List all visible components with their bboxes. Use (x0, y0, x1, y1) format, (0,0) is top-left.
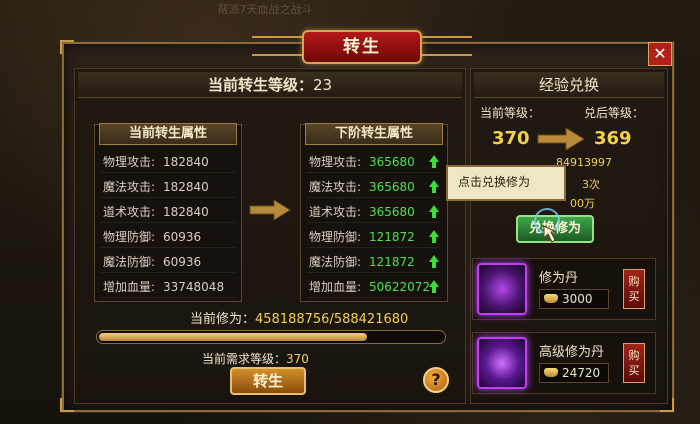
title-ornament-left (252, 36, 302, 56)
rebirth-button[interactable]: 转生 (230, 367, 306, 395)
title-ornament-right (422, 36, 472, 56)
item-card: 修为丹 3000 购买 (472, 258, 656, 320)
attr-value: 121872 (369, 230, 415, 244)
cultivation-value: 458188756/588421680 (255, 312, 409, 327)
attr-row: 增加血量: 50622072 (307, 276, 441, 298)
advanced-cultivation-pill-icon (477, 337, 527, 389)
increase-arrow-icon (429, 230, 439, 243)
item-name: 高级修为丹 (539, 345, 605, 360)
level-arrow-icon (537, 127, 585, 151)
attr-row: 魔法防御: 121872 (307, 251, 441, 273)
item-price: 3000 (539, 289, 609, 309)
attr-label: 魔法防御: (309, 255, 362, 269)
attr-label: 物理攻击: (103, 155, 156, 169)
attr-value: 50622072 (369, 280, 431, 294)
exchange-amount-value: 00万 (570, 197, 595, 210)
increase-arrow-icon (429, 180, 439, 193)
cultivation-progress-bar (96, 330, 446, 344)
attr-value: 182840 (163, 155, 209, 169)
attr-label: 魔法攻击: (309, 180, 362, 194)
required-level-label: 当前需求等级： (202, 352, 287, 366)
attr-row: 物理攻击: 365680 (307, 151, 441, 173)
buy-button[interactable]: 购买 (623, 269, 645, 309)
attr-value: 365680 (369, 180, 415, 194)
cultivation-progress-fill (99, 333, 367, 341)
attr-label: 物理攻击: (309, 155, 362, 169)
corner-ornament (60, 40, 74, 54)
cultivation-display: 当前修为：458188756/588421680 (190, 308, 450, 327)
increase-arrow-icon (429, 155, 439, 168)
attr-label: 物理防御: (103, 230, 156, 244)
buy-button[interactable]: 购买 (623, 343, 645, 383)
attr-value: 33748048 (163, 280, 225, 294)
current-level-label: 当前等级： (480, 106, 541, 120)
current-attributes-panel: 当前转生属性 物理攻击: 182840 魔法攻击: 182840 道术攻击: 1828… (94, 123, 242, 302)
after-level-value: 369 (594, 128, 632, 149)
attr-row: 物理防御: 121872 (307, 226, 441, 248)
attr-row: 魔法防御: 60936 (101, 251, 235, 273)
attr-label: 魔法防御: (103, 255, 156, 269)
attr-row: 道术攻击: 182840 (101, 201, 235, 223)
attr-row: 物理攻击: 182840 (101, 151, 235, 173)
attr-label: 物理防御: (309, 230, 362, 244)
item-name: 修为丹 (539, 271, 579, 286)
cultivation-label: 当前修为： (190, 312, 256, 327)
attr-label: 道术攻击: (103, 205, 156, 219)
item-price-value: 3000 (562, 292, 593, 306)
required-level-value: 370 (286, 352, 309, 366)
help-button[interactable]: ? (423, 367, 449, 393)
after-level-label: 兑后等级： (584, 106, 645, 120)
exp-exchange-title: 经验兑换 (474, 72, 664, 98)
attr-value: 182840 (163, 205, 209, 219)
attr-row: 魔法攻击: 182840 (101, 176, 235, 198)
attr-value: 365680 (369, 155, 415, 169)
current-level-value: 370 (492, 128, 530, 149)
attr-value: 182840 (163, 180, 209, 194)
required-level-display: 当前需求等级：370 (202, 350, 362, 366)
cultivation-pill-icon (477, 263, 527, 315)
gold-ingot-icon (544, 294, 558, 303)
close-button[interactable]: ✕ (648, 42, 672, 66)
increase-arrow-icon (429, 205, 439, 218)
item-price-value: 24720 (562, 366, 601, 380)
corner-ornament (60, 398, 74, 412)
transition-arrow-icon (249, 199, 291, 221)
attr-row: 魔法攻击: 365680 (307, 176, 441, 198)
attr-row: 物理防御: 60936 (101, 226, 235, 248)
window-title: 转生 (302, 30, 422, 64)
rebirth-level-value: 23 (312, 76, 333, 94)
pointer-hand-icon (534, 208, 560, 243)
exchange-count-value: 3次 (582, 178, 600, 191)
attr-label: 增加血量: (309, 280, 362, 294)
attr-value: 365680 (369, 205, 415, 219)
exchange-tooltip: 点击兑换修为 (446, 165, 566, 201)
attr-row: 道术攻击: 365680 (307, 201, 441, 223)
increase-arrow-icon (429, 280, 439, 293)
attr-value: 60936 (163, 255, 202, 269)
next-attributes-panel: 下阶转生属性 物理攻击: 365680 魔法攻击: 365680 道术攻击: 3656… (300, 123, 448, 302)
item-price: 24720 (539, 363, 609, 383)
rebirth-level-label: 当前转生等级： (207, 76, 313, 94)
attr-value: 60936 (163, 230, 202, 244)
current-attributes-title: 当前转生属性 (99, 123, 237, 145)
next-attributes-title: 下阶转生属性 (305, 123, 443, 145)
attr-value: 121872 (369, 255, 415, 269)
background-banner: 帮派7天血战之战斗 (217, 3, 313, 16)
attr-label: 魔法攻击: (103, 180, 156, 194)
attr-label: 道术攻击: (309, 205, 362, 219)
item-card: 高级修为丹 24720 购买 (472, 332, 656, 394)
attr-label: 增加血量: (103, 280, 156, 294)
attr-row: 增加血量: 33748048 (101, 276, 235, 298)
rebirth-level-header: 当前转生等级：23 (78, 72, 462, 98)
increase-arrow-icon (429, 255, 439, 268)
gold-ingot-icon (544, 368, 558, 377)
corner-ornament (660, 398, 674, 412)
